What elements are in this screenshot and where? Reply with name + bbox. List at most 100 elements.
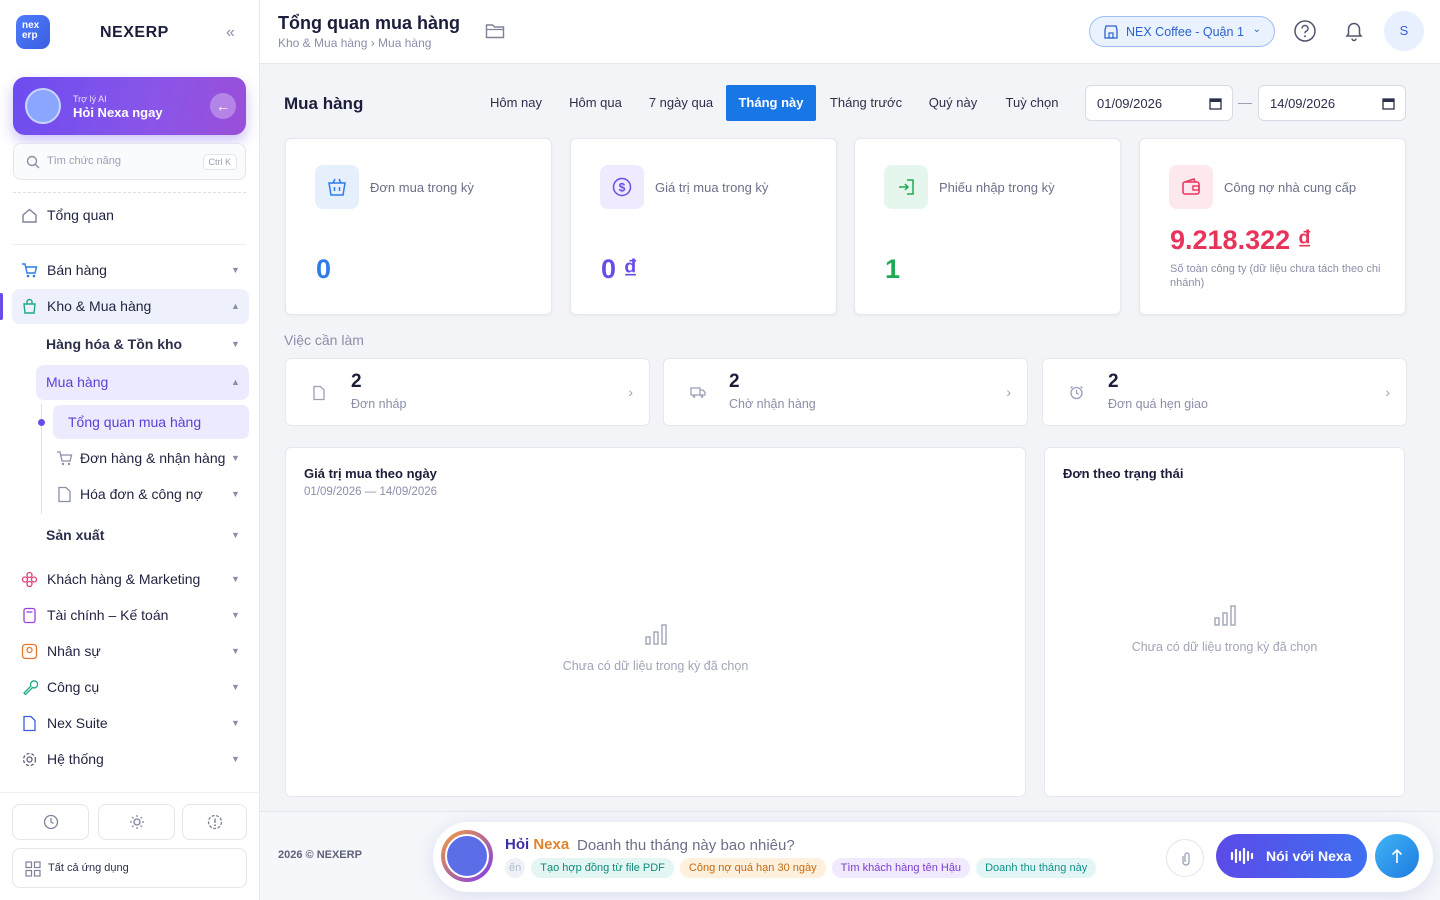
- sidebar-item-label: Nex Suite: [47, 715, 108, 731]
- sidebar-item-customers[interactable]: Khách hàng & Marketing ▼: [0, 562, 260, 596]
- kpi-card-purchase-orders[interactable]: Đơn mua trong kỳ 0: [285, 138, 552, 315]
- user-avatar[interactable]: S: [1384, 11, 1424, 51]
- calendar-icon[interactable]: [1209, 97, 1222, 110]
- date-to-input[interactable]: 14/09/2026: [1258, 85, 1406, 121]
- sidebar-item-goods[interactable]: Hàng hóa & Tồn kho ▼: [0, 327, 260, 361]
- history-button[interactable]: [12, 804, 89, 840]
- sidebar-item-label: Công cụ: [47, 679, 100, 695]
- arrow-left-icon[interactable]: ←: [210, 93, 236, 119]
- document-icon: [58, 486, 71, 503]
- chevron-up-icon: ▲: [231, 301, 240, 311]
- all-apps-button[interactable]: Tất cả ứng dụng: [12, 848, 247, 888]
- ai-chat-bar: Hỏi Nexa Doanh thu tháng này bao nhiêu? …: [433, 822, 1433, 892]
- todo-count: 2: [1108, 371, 1119, 392]
- top-bar: Tổng quan mua hàng Kho & Mua hàng › Mua …: [260, 0, 1440, 64]
- chevron-down-icon: ▼: [231, 489, 240, 499]
- tab-today[interactable]: Hôm nay: [478, 85, 554, 121]
- ai-assistant-card[interactable]: Trợ lý AI Hỏi Nexa ngay ←: [13, 77, 246, 135]
- chevron-down-icon: ▼: [231, 530, 240, 540]
- panel-date-range: 01/09/2026 — 14/09/2026: [304, 486, 438, 498]
- chat-title: Hỏi Nexa: [505, 836, 570, 853]
- sidebar-item-label: Tài chính – Kế toán: [47, 607, 169, 623]
- collapse-sidebar-icon[interactable]: «: [226, 24, 235, 42]
- suggestion-chip[interactable]: Doanh thu tháng này: [976, 858, 1097, 878]
- folder-icon[interactable]: [485, 22, 505, 40]
- chevron-right-icon: ›: [1006, 384, 1011, 400]
- search-shortcut: Ctrl K: [202, 154, 237, 170]
- sidebar-item-tools[interactable]: Công cụ ▼: [0, 670, 260, 704]
- chevron-up-icon: ▲: [231, 377, 240, 387]
- todo-card-overdue[interactable]: 2 Đơn quá hẹn giao ›: [1042, 358, 1407, 426]
- brand[interactable]: nex erp NEXERP: [16, 15, 168, 49]
- sidebar-item-finance[interactable]: Tài chính – Kế toán ▼: [0, 598, 260, 632]
- help-icon[interactable]: [1293, 19, 1317, 43]
- panel-title: Đơn theo trạng thái: [1063, 466, 1184, 481]
- sidebar-item-label: Tổng quan mua hàng: [68, 414, 202, 430]
- todo-card-awaiting-receipt[interactable]: 2 Chờ nhận hàng ›: [663, 358, 1028, 426]
- file-icon: [23, 715, 36, 732]
- clock-icon: [43, 814, 58, 830]
- robot-icon: [25, 88, 61, 124]
- kpi-icon-box: $: [600, 165, 644, 209]
- suggestion-chip[interactable]: ến: [505, 858, 526, 878]
- bar-chart-icon: [1214, 605, 1236, 626]
- date-from-input[interactable]: 01/09/2026: [1085, 85, 1233, 121]
- chat-input[interactable]: Doanh thu tháng này bao nhiêu?: [577, 837, 795, 854]
- calendar-icon[interactable]: [1382, 97, 1395, 110]
- sidebar-item-label: Nhân sự: [47, 643, 101, 659]
- sun-icon: [129, 815, 144, 829]
- chevron-right-icon: ›: [1385, 384, 1390, 400]
- kpi-label: Giá trị mua trong kỳ: [655, 180, 769, 195]
- sidebar-item-system[interactable]: Hệ thống ▼: [0, 742, 260, 776]
- alert-icon: [207, 814, 222, 830]
- tab-last-month[interactable]: Tháng trước: [821, 85, 911, 121]
- chevron-down-icon: ▼: [231, 718, 240, 728]
- attach-button[interactable]: [1166, 839, 1204, 877]
- sidebar-item-sales[interactable]: Bán hàng ▼: [0, 253, 260, 287]
- sidebar-item-orders[interactable]: Đơn hàng & nhận hàng ▼: [0, 441, 260, 475]
- todo-card-drafts[interactable]: 2 Đơn nháp ›: [285, 358, 650, 426]
- send-button[interactable]: [1375, 834, 1419, 878]
- bar-chart-icon: [645, 624, 667, 645]
- kpi-card-supplier-debt[interactable]: Công nợ nhà cung cấp 9.218.322 ₫ Số toàn…: [1139, 138, 1406, 315]
- store-icon: [1104, 25, 1118, 39]
- kpi-card-purchase-value[interactable]: $ Giá trị mua trong kỳ 0 ₫: [570, 138, 837, 315]
- bell-icon[interactable]: [1342, 19, 1366, 43]
- sidebar-item-production[interactable]: Sản xuất ▼: [0, 518, 260, 552]
- alert-button[interactable]: [182, 804, 247, 840]
- gear-icon: [22, 752, 37, 767]
- chevron-down-icon: ▼: [231, 610, 240, 620]
- search-placeholder: Tìm chức năng: [47, 155, 122, 167]
- sidebar-item-label: Sản xuất: [46, 527, 105, 543]
- tab-custom[interactable]: Tuỳ chọn: [994, 85, 1070, 121]
- date-separator: [1238, 103, 1252, 104]
- tab-this-quarter[interactable]: Quý này: [918, 85, 988, 121]
- nexa-avatar: [441, 830, 493, 882]
- kpi-label: Công nợ nhà cung cấp: [1224, 180, 1357, 195]
- theme-button[interactable]: [98, 804, 175, 840]
- sidebar-item-purchase[interactable]: Mua hàng ▲: [0, 365, 260, 399]
- suggestion-chip[interactable]: Công nợ quá hạn 30 ngày: [679, 858, 826, 878]
- tab-yesterday[interactable]: Hôm qua: [558, 85, 633, 121]
- ai-subtitle: Trợ lý AI: [73, 94, 107, 104]
- branch-selector[interactable]: NEX Coffee - Quận 1 ⌄: [1089, 16, 1275, 47]
- document-icon: [313, 385, 325, 401]
- sidebar-item-label: Khách hàng & Marketing: [47, 571, 201, 587]
- sound-wave-icon: [1230, 848, 1254, 864]
- panel-title: Giá trị mua theo ngày: [304, 466, 437, 481]
- talk-to-nexa-button[interactable]: Nói với Nexa: [1216, 834, 1367, 878]
- sidebar-item-label: Kho & Mua hàng: [47, 298, 152, 314]
- tab-this-month[interactable]: Tháng này: [726, 85, 816, 121]
- sidebar-item-invoices[interactable]: Hóa đơn & công nợ ▼: [0, 477, 260, 511]
- sidebar-item-overview[interactable]: Tổng quan: [0, 198, 260, 232]
- suggestion-chip[interactable]: Tạo hợp đồng từ file PDF: [531, 858, 674, 878]
- tab-last-7-days[interactable]: 7 ngày qua: [640, 85, 722, 121]
- sidebar-item-hr[interactable]: Nhân sự ▼: [0, 634, 260, 668]
- suggestion-chip[interactable]: Tìm khách hàng tên Hậu: [831, 858, 971, 878]
- breadcrumb[interactable]: Kho & Mua hàng › Mua hàng: [278, 36, 431, 50]
- sidebar-item-purchase-overview[interactable]: Tổng quan mua hàng: [0, 405, 260, 439]
- sidebar-item-suite[interactable]: Nex Suite ▼: [0, 706, 260, 740]
- sidebar-item-warehouse[interactable]: Kho & Mua hàng ▲: [0, 289, 260, 323]
- kpi-card-receipts[interactable]: Phiếu nhập trong kỳ 1: [854, 138, 1121, 315]
- search-input[interactable]: Tìm chức năng Ctrl K: [13, 143, 246, 180]
